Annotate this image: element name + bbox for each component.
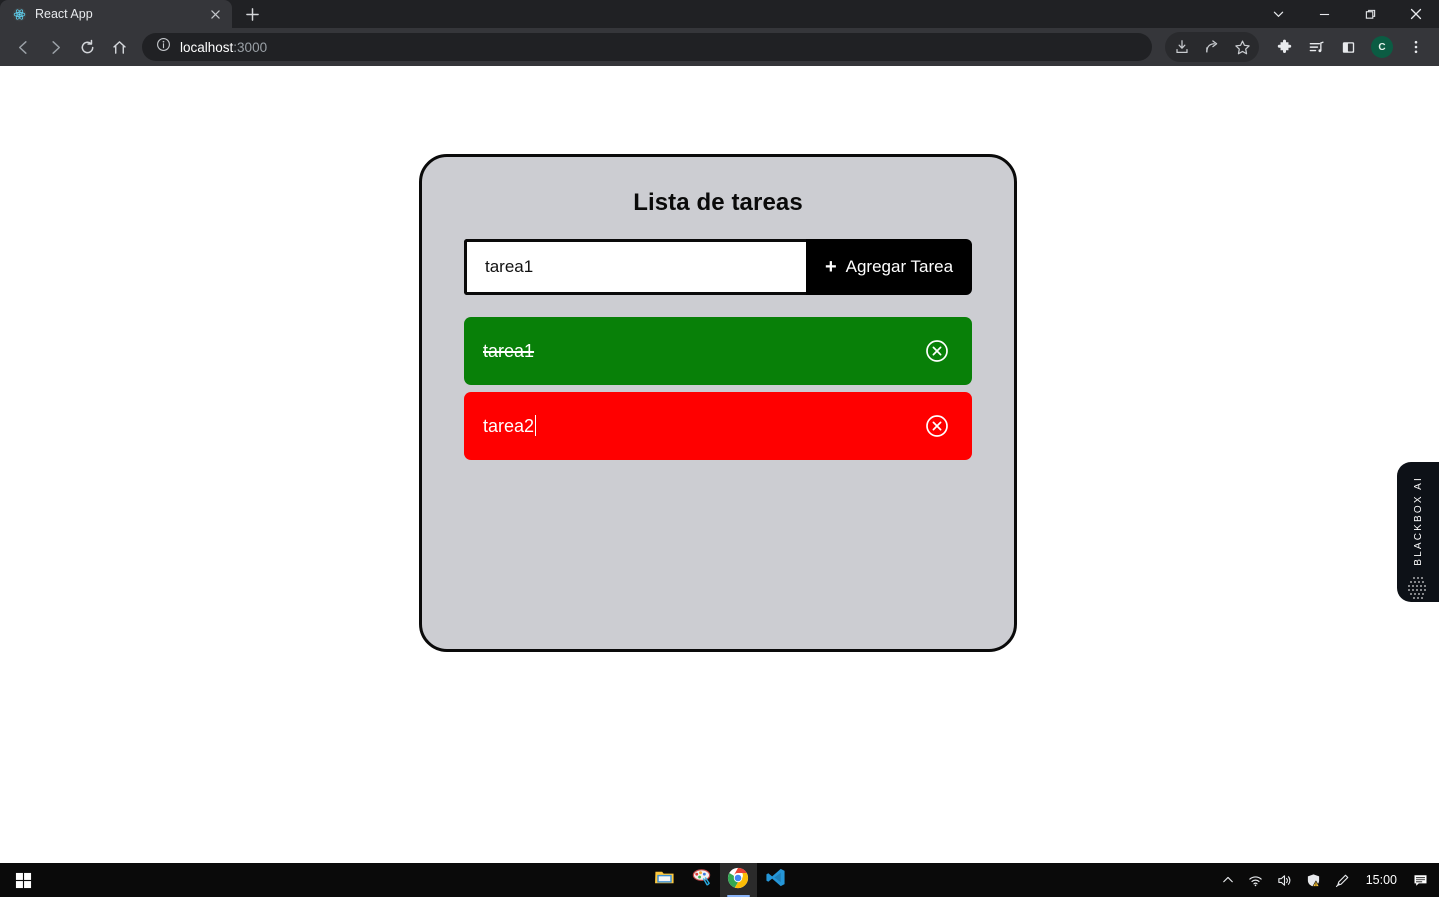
taskbar-paint[interactable] xyxy=(683,863,720,897)
windows-start-icon[interactable] xyxy=(0,863,46,897)
profile-avatar[interactable]: C xyxy=(1371,36,1393,58)
chevron-up-icon[interactable] xyxy=(1215,863,1241,897)
chrome-icon xyxy=(727,867,749,894)
taskbar-file-explorer[interactable] xyxy=(646,863,683,897)
home-icon[interactable] xyxy=(104,32,134,62)
vscode-icon xyxy=(765,867,786,893)
omnibox-action-group xyxy=(1165,32,1259,62)
browser-toolbar: localhost:3000 C xyxy=(0,28,1439,66)
media-playlist-icon[interactable] xyxy=(1301,32,1331,62)
notification-icon[interactable] xyxy=(1406,863,1435,897)
pen-icon[interactable] xyxy=(1328,863,1357,897)
tab-close-icon[interactable] xyxy=(207,6,224,23)
url-host: localhost xyxy=(180,39,234,55)
dot-grid-icon xyxy=(1407,576,1429,607)
text-caret xyxy=(535,415,537,436)
windows-taskbar: 15:00 xyxy=(0,863,1439,897)
maximize-button[interactable] xyxy=(1347,0,1393,28)
tab-strip: React App xyxy=(0,0,1439,28)
task-item[interactable]: tarea1 xyxy=(464,317,972,385)
tab-search-button[interactable] xyxy=(1255,0,1301,28)
minimize-button[interactable] xyxy=(1301,0,1347,28)
browser-tab-react-app[interactable]: React App xyxy=(0,0,232,28)
taskbar-visual-studio-code[interactable] xyxy=(757,863,794,897)
reload-icon[interactable] xyxy=(72,32,102,62)
back-arrow-icon[interactable] xyxy=(8,32,38,62)
close-window-button[interactable] xyxy=(1393,0,1439,28)
paint-icon xyxy=(691,867,712,893)
puzzle-piece-icon[interactable] xyxy=(1269,32,1299,62)
share-icon[interactable] xyxy=(1197,32,1227,62)
folder-icon xyxy=(654,867,675,893)
shield-warning-icon[interactable] xyxy=(1299,863,1328,897)
three-dot-menu-icon[interactable] xyxy=(1401,32,1431,62)
blackbox-ai-label: BLACKBOX AI xyxy=(1412,476,1424,566)
toolbar-actions: C xyxy=(1165,32,1431,62)
circle-x-icon[interactable] xyxy=(924,413,950,439)
taskbar-apps xyxy=(646,863,794,897)
plus-icon: + xyxy=(824,256,837,278)
browser-window: React App localhost:3000 C Lista de tare… xyxy=(0,0,1439,863)
window-controls xyxy=(1255,0,1439,28)
task-list: tarea1 tarea2 xyxy=(464,317,972,460)
new-tab-button[interactable] xyxy=(238,0,266,28)
react-atom-icon xyxy=(12,7,27,22)
bookmark-star-icon[interactable] xyxy=(1227,32,1257,62)
task-text[interactable]: tarea1 xyxy=(483,341,924,362)
circle-x-icon[interactable] xyxy=(924,338,950,364)
page-title: Lista de tareas xyxy=(633,189,803,216)
address-bar[interactable]: localhost:3000 xyxy=(142,33,1152,61)
speaker-icon[interactable] xyxy=(1270,863,1299,897)
forward-arrow-icon[interactable] xyxy=(40,32,70,62)
page-viewport: Lista de tareas + Agregar Tarea tarea1 xyxy=(0,66,1439,863)
side-panel-icon[interactable] xyxy=(1333,32,1363,62)
add-task-button[interactable]: + Agregar Tarea xyxy=(806,239,972,295)
blackbox-ai-side-tab[interactable]: BLACKBOX AI xyxy=(1397,462,1439,602)
system-tray: 15:00 xyxy=(1215,863,1439,897)
url-port: :3000 xyxy=(233,39,268,55)
task-text-value: tarea2 xyxy=(483,416,535,436)
taskbar-clock[interactable]: 15:00 xyxy=(1357,863,1406,897)
task-input[interactable] xyxy=(464,239,806,295)
add-task-label: Agregar Tarea xyxy=(845,257,954,276)
url-text: localhost:3000 xyxy=(180,40,267,55)
wifi-icon[interactable] xyxy=(1241,863,1270,897)
info-circle-icon[interactable] xyxy=(156,37,171,57)
add-task-row: + Agregar Tarea xyxy=(464,239,972,295)
install-download-icon[interactable] xyxy=(1167,32,1197,62)
task-item[interactable]: tarea2 xyxy=(464,392,972,460)
taskbar-google-chrome[interactable] xyxy=(719,863,757,897)
task-text[interactable]: tarea2 xyxy=(483,415,924,437)
todo-card: Lista de tareas + Agregar Tarea tarea1 xyxy=(419,154,1017,652)
tab-title: React App xyxy=(35,7,93,21)
